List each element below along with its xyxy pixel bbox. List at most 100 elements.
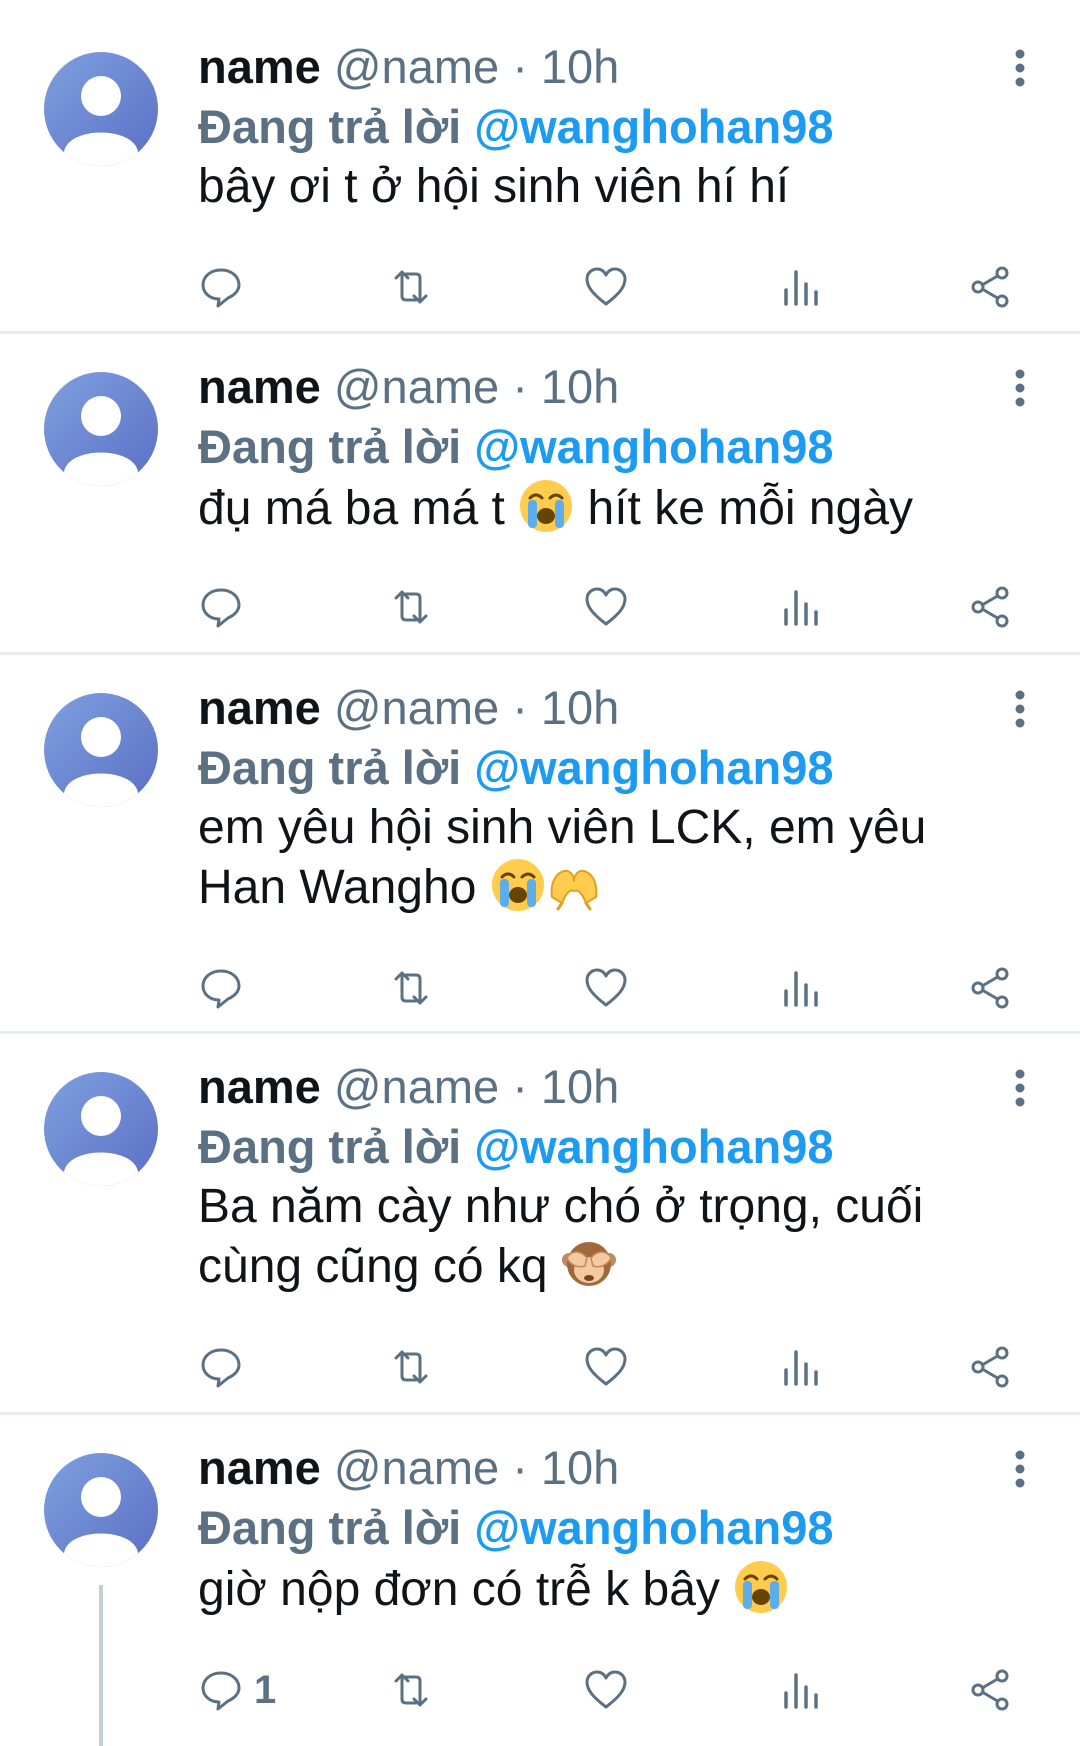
like-button[interactable] (583, 1342, 629, 1392)
tweet-4[interactable]: name @name · 10h Đang trả lời @wanghohan… (0, 1034, 1080, 1412)
more-vertical-icon[interactable] (1012, 368, 1028, 408)
avatar[interactable] (44, 372, 158, 486)
replying-to-label: Đang trả lời (198, 100, 462, 153)
more-vertical-icon[interactable] (1012, 48, 1028, 88)
like-button[interactable] (583, 963, 629, 1013)
tweet-text: em yêu hội sinh viên LCK, em yêu Han Wan… (198, 799, 990, 917)
replying-to-handle[interactable]: @wanghohan98 (474, 1120, 833, 1173)
separator-dot: · (512, 40, 528, 93)
reply-icon (198, 264, 244, 310)
separator-dot: · (512, 1441, 528, 1494)
reply-icon (198, 1667, 244, 1713)
like-button[interactable] (583, 1665, 629, 1715)
reply-icon (198, 1344, 244, 1390)
replying-to-handle[interactable]: @wanghohan98 (474, 420, 833, 473)
avatar[interactable] (44, 1453, 158, 1567)
replying-to-label: Đang trả lời (198, 1120, 462, 1173)
replying-to: Đang trả lời @wanghohan98 (198, 418, 990, 476)
loudly-crying-face-icon (518, 478, 574, 534)
more-vertical-icon[interactable] (1012, 689, 1028, 729)
display-name[interactable]: name (198, 1060, 321, 1113)
timestamp[interactable]: 10h (541, 1441, 619, 1494)
replying-to: Đang trả lời @wanghohan98 (198, 739, 990, 797)
tweet-header: name @name · 10h (198, 679, 990, 737)
tweet-text: Ba năm cày như chó ở trọng, cuối cùng cũ… (198, 1178, 990, 1296)
user-handle[interactable]: @name (334, 1441, 499, 1494)
share-icon (968, 1667, 1014, 1713)
avatar[interactable] (44, 52, 158, 166)
tweet-actions (198, 262, 1038, 312)
retweet-button[interactable] (388, 1665, 434, 1715)
replying-to: Đang trả lời @wanghohan98 (198, 1499, 990, 1557)
retweet-icon (388, 1344, 434, 1390)
tweet-3[interactable]: name @name · 10h Đang trả lời @wanghohan… (0, 655, 1080, 1031)
reply-button[interactable] (198, 963, 244, 1013)
share-button[interactable] (968, 582, 1014, 632)
tweet-actions (198, 582, 1038, 632)
views-button[interactable] (778, 1342, 824, 1392)
see-no-evil-monkey-icon (561, 1236, 617, 1292)
retweet-button[interactable] (388, 963, 434, 1013)
retweet-icon (388, 965, 434, 1011)
thread-connector (99, 1585, 103, 1746)
reply-button[interactable] (198, 582, 244, 632)
loudly-crying-face-icon (490, 857, 546, 913)
replying-to-handle[interactable]: @wanghohan98 (474, 1501, 833, 1554)
share-button[interactable] (968, 1342, 1014, 1392)
display-name[interactable]: name (198, 1441, 321, 1494)
more-vertical-icon[interactable] (1012, 1068, 1028, 1108)
share-button[interactable] (968, 963, 1014, 1013)
tweet-2[interactable]: name @name · 10h Đang trả lời @wanghohan… (0, 334, 1080, 652)
display-name[interactable]: name (198, 360, 321, 413)
timestamp[interactable]: 10h (541, 1060, 619, 1113)
reply-button[interactable] (198, 262, 244, 312)
user-handle[interactable]: @name (334, 360, 499, 413)
replying-to-label: Đang trả lời (198, 1501, 462, 1554)
avatar[interactable] (44, 1072, 158, 1186)
views-icon (778, 264, 824, 310)
tweet-1[interactable]: name @name · 10h Đang trả lời @wanghohan… (0, 0, 1080, 332)
replying-to-handle[interactable]: @wanghohan98 (474, 100, 833, 153)
tweet-5[interactable]: name @name · 10h Đang trả lời @wanghohan… (0, 1415, 1080, 1746)
user-handle[interactable]: @name (334, 1060, 499, 1113)
retweet-button[interactable] (388, 262, 434, 312)
tweet-text-line: Ba năm cày như chó ở trọng, cuối (198, 1180, 924, 1233)
like-button[interactable] (583, 262, 629, 312)
timestamp[interactable]: 10h (541, 681, 619, 734)
tweet-header: name @name · 10h (198, 358, 990, 416)
tweet-text-line: giờ nộp đơn có trễ k bây (198, 1563, 720, 1616)
share-button[interactable] (968, 262, 1014, 312)
avatar[interactable] (44, 693, 158, 807)
reply-button[interactable] (198, 1342, 244, 1392)
tweet-actions: 1 (198, 1665, 1038, 1715)
views-button[interactable] (778, 262, 824, 312)
share-button[interactable] (968, 1665, 1014, 1715)
views-button[interactable] (778, 1665, 824, 1715)
views-button[interactable] (778, 582, 824, 632)
timestamp[interactable]: 10h (541, 40, 619, 93)
tweet-actions (198, 963, 1038, 1013)
separator-dot: · (512, 360, 528, 413)
reply-icon (198, 584, 244, 630)
like-button[interactable] (583, 582, 629, 632)
user-handle[interactable]: @name (334, 681, 499, 734)
retweet-button[interactable] (388, 1342, 434, 1392)
tweet-text-line: bây ơi t ở hội sinh viên hí hí (198, 160, 790, 213)
tweet-text: đụ má ba má t hít ke mỗi ngày (198, 478, 990, 538)
replying-to-handle[interactable]: @wanghohan98 (474, 741, 833, 794)
display-name[interactable]: name (198, 681, 321, 734)
views-button[interactable] (778, 963, 824, 1013)
display-name[interactable]: name (198, 40, 321, 93)
more-vertical-icon[interactable] (1012, 1449, 1028, 1489)
tweet-text: bây ơi t ở hội sinh viên hí hí (198, 158, 990, 216)
views-icon (778, 1667, 824, 1713)
user-handle[interactable]: @name (334, 40, 499, 93)
retweet-button[interactable] (388, 582, 434, 632)
tweet-text-line-wrap: Han Wangho (198, 857, 990, 917)
tweet-text-line: cùng cũng có kq (198, 1240, 548, 1293)
tweet-header: name @name · 10h (198, 1439, 990, 1497)
reply-button[interactable]: 1 (198, 1665, 276, 1715)
timestamp[interactable]: 10h (541, 360, 619, 413)
loudly-crying-face-icon (733, 1559, 789, 1615)
retweet-icon (388, 264, 434, 310)
